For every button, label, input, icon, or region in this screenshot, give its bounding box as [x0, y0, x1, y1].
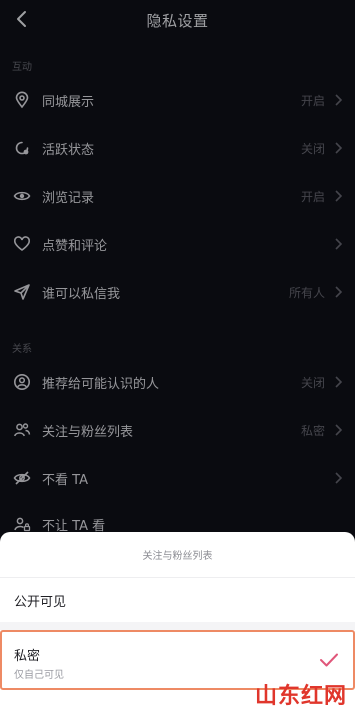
option-private-description: 仅自己可见	[14, 670, 64, 681]
option-public-label: 公开可见	[14, 594, 67, 610]
check-icon	[320, 653, 338, 667]
sheet-title: 关注与粉丝列表	[0, 532, 355, 578]
option-private-label: 私密	[14, 649, 41, 664]
watermark-logo: 山东红网	[254, 683, 347, 709]
option-public[interactable]: 公开可见	[0, 578, 355, 630]
